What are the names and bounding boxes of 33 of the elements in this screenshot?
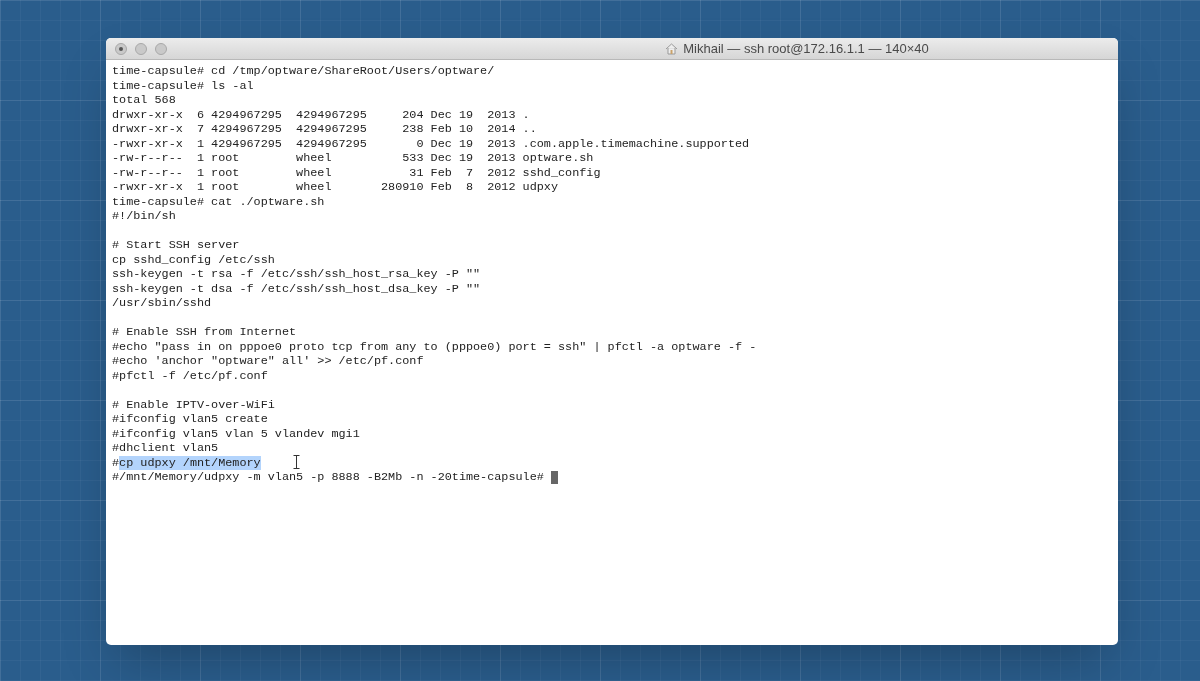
- terminal-line: #/mnt/Memory/udpxy -m vlan5 -p 8888 -B2Mb -n -20time-capsule#: [112, 470, 544, 485]
- terminal-line: ssh-keygen -t rsa -f /etc/ssh/ssh_host_rsa_key -P "": [112, 267, 481, 282]
- terminal-line: #ifconfig vlan5 vlan 5 vlandev mgi1: [112, 426, 360, 441]
- terminal-line: -rw-r--r-- 1 root wheel 31 Feb 7 2012 sshd_config: [112, 165, 601, 180]
- terminal-line: drwxr-xr-x 6 4294967295 4294967295 204 Dec 19 2013 .: [112, 107, 530, 122]
- close-button[interactable]: [115, 42, 127, 55]
- terminal-line: time-capsule# cat ./optware.sh: [112, 194, 325, 209]
- terminal-line: # Start SSH server: [112, 238, 240, 253]
- terminal-line: ssh-keygen -t dsa -f /etc/ssh/ssh_host_dsa_key -P "": [112, 281, 481, 296]
- text-cursor-icon: [293, 455, 300, 469]
- terminal-line: #ifconfig vlan5 create: [112, 412, 268, 427]
- zoom-button[interactable]: [155, 42, 167, 55]
- terminal-line: time-capsule# cd /tmp/optware/ShareRoot/Users/optware/: [112, 64, 495, 79]
- home-icon: [665, 42, 679, 55]
- terminal-line: -rwxr-xr-x 1 4294967295 4294967295 0 Dec 19 2013 .com.apple.timemachine.supported: [112, 136, 750, 151]
- minimize-button[interactable]: [135, 42, 147, 55]
- terminal-line: # Enable SSH from Internet: [112, 325, 297, 340]
- terminal-line: #echo "pass in on pppoe0 proto tcp from any to (pppoe0) port = ssh" | pfctl -a optware -f -: [112, 339, 757, 354]
- terminal-line: time-capsule# ls -al: [112, 78, 254, 93]
- terminal-line: drwxr-xr-x 7 4294967295 4294967295 238 Feb 10 2014 ..: [112, 122, 537, 137]
- selected-text: cp udpxy /mnt/Memory: [119, 455, 261, 470]
- terminal-line: #!/bin/sh: [112, 209, 176, 224]
- terminal-line: # Enable IPTV-over-WiFi: [112, 397, 275, 412]
- terminal-line: -rwxr-xr-x 1 root wheel 280910 Feb 8 2012 udpxy: [112, 180, 558, 195]
- terminal-line: cp sshd_config /etc/ssh: [112, 252, 275, 267]
- terminal-text: #: [112, 455, 120, 470]
- terminal-line: #echo 'anchor "optware" all' >> /etc/pf.conf: [112, 354, 424, 369]
- window-title: Mikhail — ssh root@172.16.1.1 — 140×40: [683, 39, 929, 58]
- terminal-line: #dhclient vlan5: [112, 441, 219, 456]
- terminal-line: #pfctl -f /etc/pf.conf: [112, 368, 268, 383]
- terminal-line: -rw-r--r-- 1 root wheel 533 Dec 19 2013 optware.sh: [112, 151, 594, 166]
- terminal-line: /usr/sbin/sshd: [112, 296, 212, 311]
- terminal-line: total 568: [112, 93, 176, 108]
